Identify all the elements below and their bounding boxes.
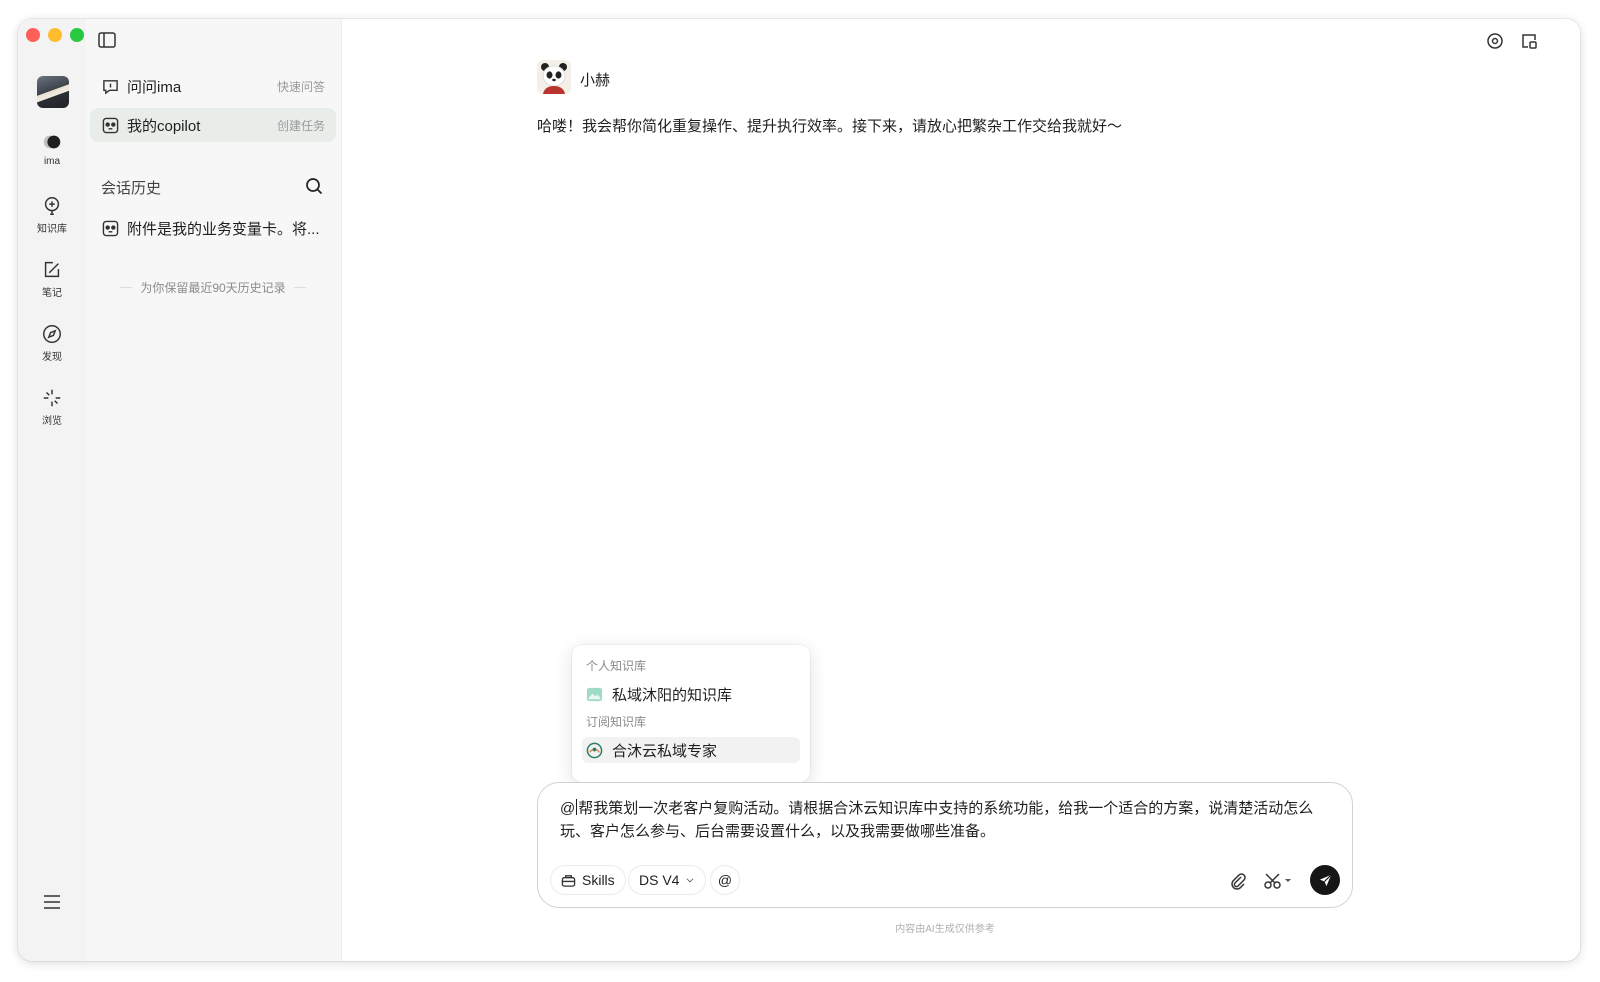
popup-item-subscribed-kb[interactable]: 合沐云私域专家 xyxy=(582,737,800,763)
note-icon xyxy=(44,261,60,278)
retention-note-text: 为你保留最近90天历史记录 xyxy=(140,281,286,295)
panda-icon xyxy=(102,117,119,133)
nav-item-ask-ima[interactable]: 问问ima 快速问答 xyxy=(90,69,336,103)
rail-item-notes[interactable]: 笔记 xyxy=(18,259,86,299)
mention-prefix: @ xyxy=(560,800,576,817)
send-icon xyxy=(1319,873,1332,886)
nav-item-label: 我的copilot xyxy=(127,117,201,135)
chevron-down-icon xyxy=(687,878,694,883)
popup-item-label: 合沐云私域专家 xyxy=(612,742,718,760)
model-label: DS V4 xyxy=(639,872,680,888)
chat-main: 小赫 哈喽！我会帮你简化重复操作、提升执行效率。接下来，请放心把繁杂工作交给我就… xyxy=(342,19,1580,961)
rail-item-label: ima xyxy=(43,156,61,167)
close-window-button[interactable] xyxy=(26,28,40,42)
retention-note: 为你保留最近90天历史记录 xyxy=(120,279,307,296)
paperclip-icon[interactable] xyxy=(1228,871,1248,891)
divider xyxy=(120,287,133,288)
skills-label: Skills xyxy=(582,872,615,888)
menu-icon[interactable] xyxy=(41,891,63,913)
new-window-icon[interactable] xyxy=(1519,31,1539,51)
mention-button[interactable]: @ xyxy=(710,865,740,895)
compass-icon xyxy=(43,325,61,343)
user-avatar[interactable] xyxy=(37,76,69,108)
rail-item-label: 发现 xyxy=(42,352,62,363)
send-button[interactable] xyxy=(1310,865,1340,895)
scissors-icon[interactable] xyxy=(1263,871,1293,891)
ima-logo-icon xyxy=(43,135,61,149)
chat-bubble-icon xyxy=(103,79,118,95)
popup-group-title: 订阅知识库 xyxy=(586,715,647,729)
minimize-window-button[interactable] xyxy=(48,28,62,42)
rail-item-label: 笔记 xyxy=(42,288,62,299)
rail-item-label: 知识库 xyxy=(37,224,67,235)
settings-icon[interactable] xyxy=(1485,31,1505,51)
nav-item-my-copilot[interactable]: 我的copilot 创建任务 xyxy=(90,108,336,142)
window-controls xyxy=(26,28,84,42)
rail-item-knowledge-base[interactable]: 知识库 xyxy=(18,195,86,235)
bot-greeting: 哈喽！我会帮你简化重复操作、提升执行效率。接下来，请放心把繁杂工作交给我就好～ xyxy=(537,118,1123,135)
rail-item-label: 浏览 xyxy=(42,416,62,427)
mention-popup: 个人知识库 私域沐阳的知识库 订阅知识库 合沐云私域专家 xyxy=(572,645,810,782)
rail-item-browse[interactable]: 浏览 xyxy=(18,387,86,427)
knowledge-base-icon xyxy=(44,197,60,215)
toolbox-icon xyxy=(561,874,576,887)
composer-input[interactable]: @ 帮我策划一次老客户复购活动。请根据合沐云知识库中支持的系统功能，给我一个适合的… xyxy=(560,797,1340,843)
popup-item-personal-kb[interactable]: 私域沐阳的知识库 xyxy=(582,681,800,707)
message-composer[interactable]: @ 帮我策划一次老客户复购活动。请根据合沐云知识库中支持的系统功能，给我一个适合的… xyxy=(537,782,1353,908)
composer-text: 帮我策划一次老客户复购活动。请根据合沐云知识库中支持的系统功能，给我一个适合的方… xyxy=(560,800,1314,840)
popup-group-title: 个人知识库 xyxy=(586,659,647,673)
divider xyxy=(293,287,307,288)
bot-avatar xyxy=(537,60,571,94)
sidebar: 问问ima 快速问答 我的copilot 创建任务 会话历史 附件是我的业务变量… xyxy=(86,19,342,961)
browse-icon xyxy=(43,389,61,407)
popup-item-label: 私域沐阳的知识库 xyxy=(612,686,733,704)
model-selector[interactable]: DS V4 xyxy=(628,865,707,895)
rail-item-discover[interactable]: 发现 xyxy=(18,323,86,363)
bot-name: 小赫 xyxy=(580,72,611,89)
nav-item-hint: 快速问答 xyxy=(276,79,325,94)
sidebar-toggle-icon[interactable] xyxy=(98,32,116,48)
nav-item-label: 问问ima xyxy=(127,78,182,96)
folder-icon xyxy=(586,687,603,701)
nav-item-hint: 创建任务 xyxy=(276,118,325,133)
history-title: 会话历史 xyxy=(101,180,162,197)
app-rail: ima 知识库 笔记 发现 浏览 xyxy=(18,19,86,961)
rail-item-ima[interactable]: ima xyxy=(18,131,86,167)
skills-button[interactable]: Skills xyxy=(550,865,626,895)
app-window: ima 知识库 笔记 发现 浏览 问问ima 快速问答 我的copilot 创建… xyxy=(18,19,1580,961)
panda-avatar-icon xyxy=(541,63,567,94)
ai-disclaimer: 内容由AI生成仅供参考 xyxy=(895,924,995,935)
at-label: @ xyxy=(717,872,733,888)
history-item-title: 附件是我的业务变量卡。将... xyxy=(127,220,320,238)
panda-icon xyxy=(102,220,119,236)
history-item[interactable]: 附件是我的业务变量卡。将... xyxy=(90,211,336,245)
search-icon[interactable] xyxy=(305,177,323,195)
maximize-window-button[interactable] xyxy=(70,28,84,42)
expert-logo-icon xyxy=(586,742,603,758)
